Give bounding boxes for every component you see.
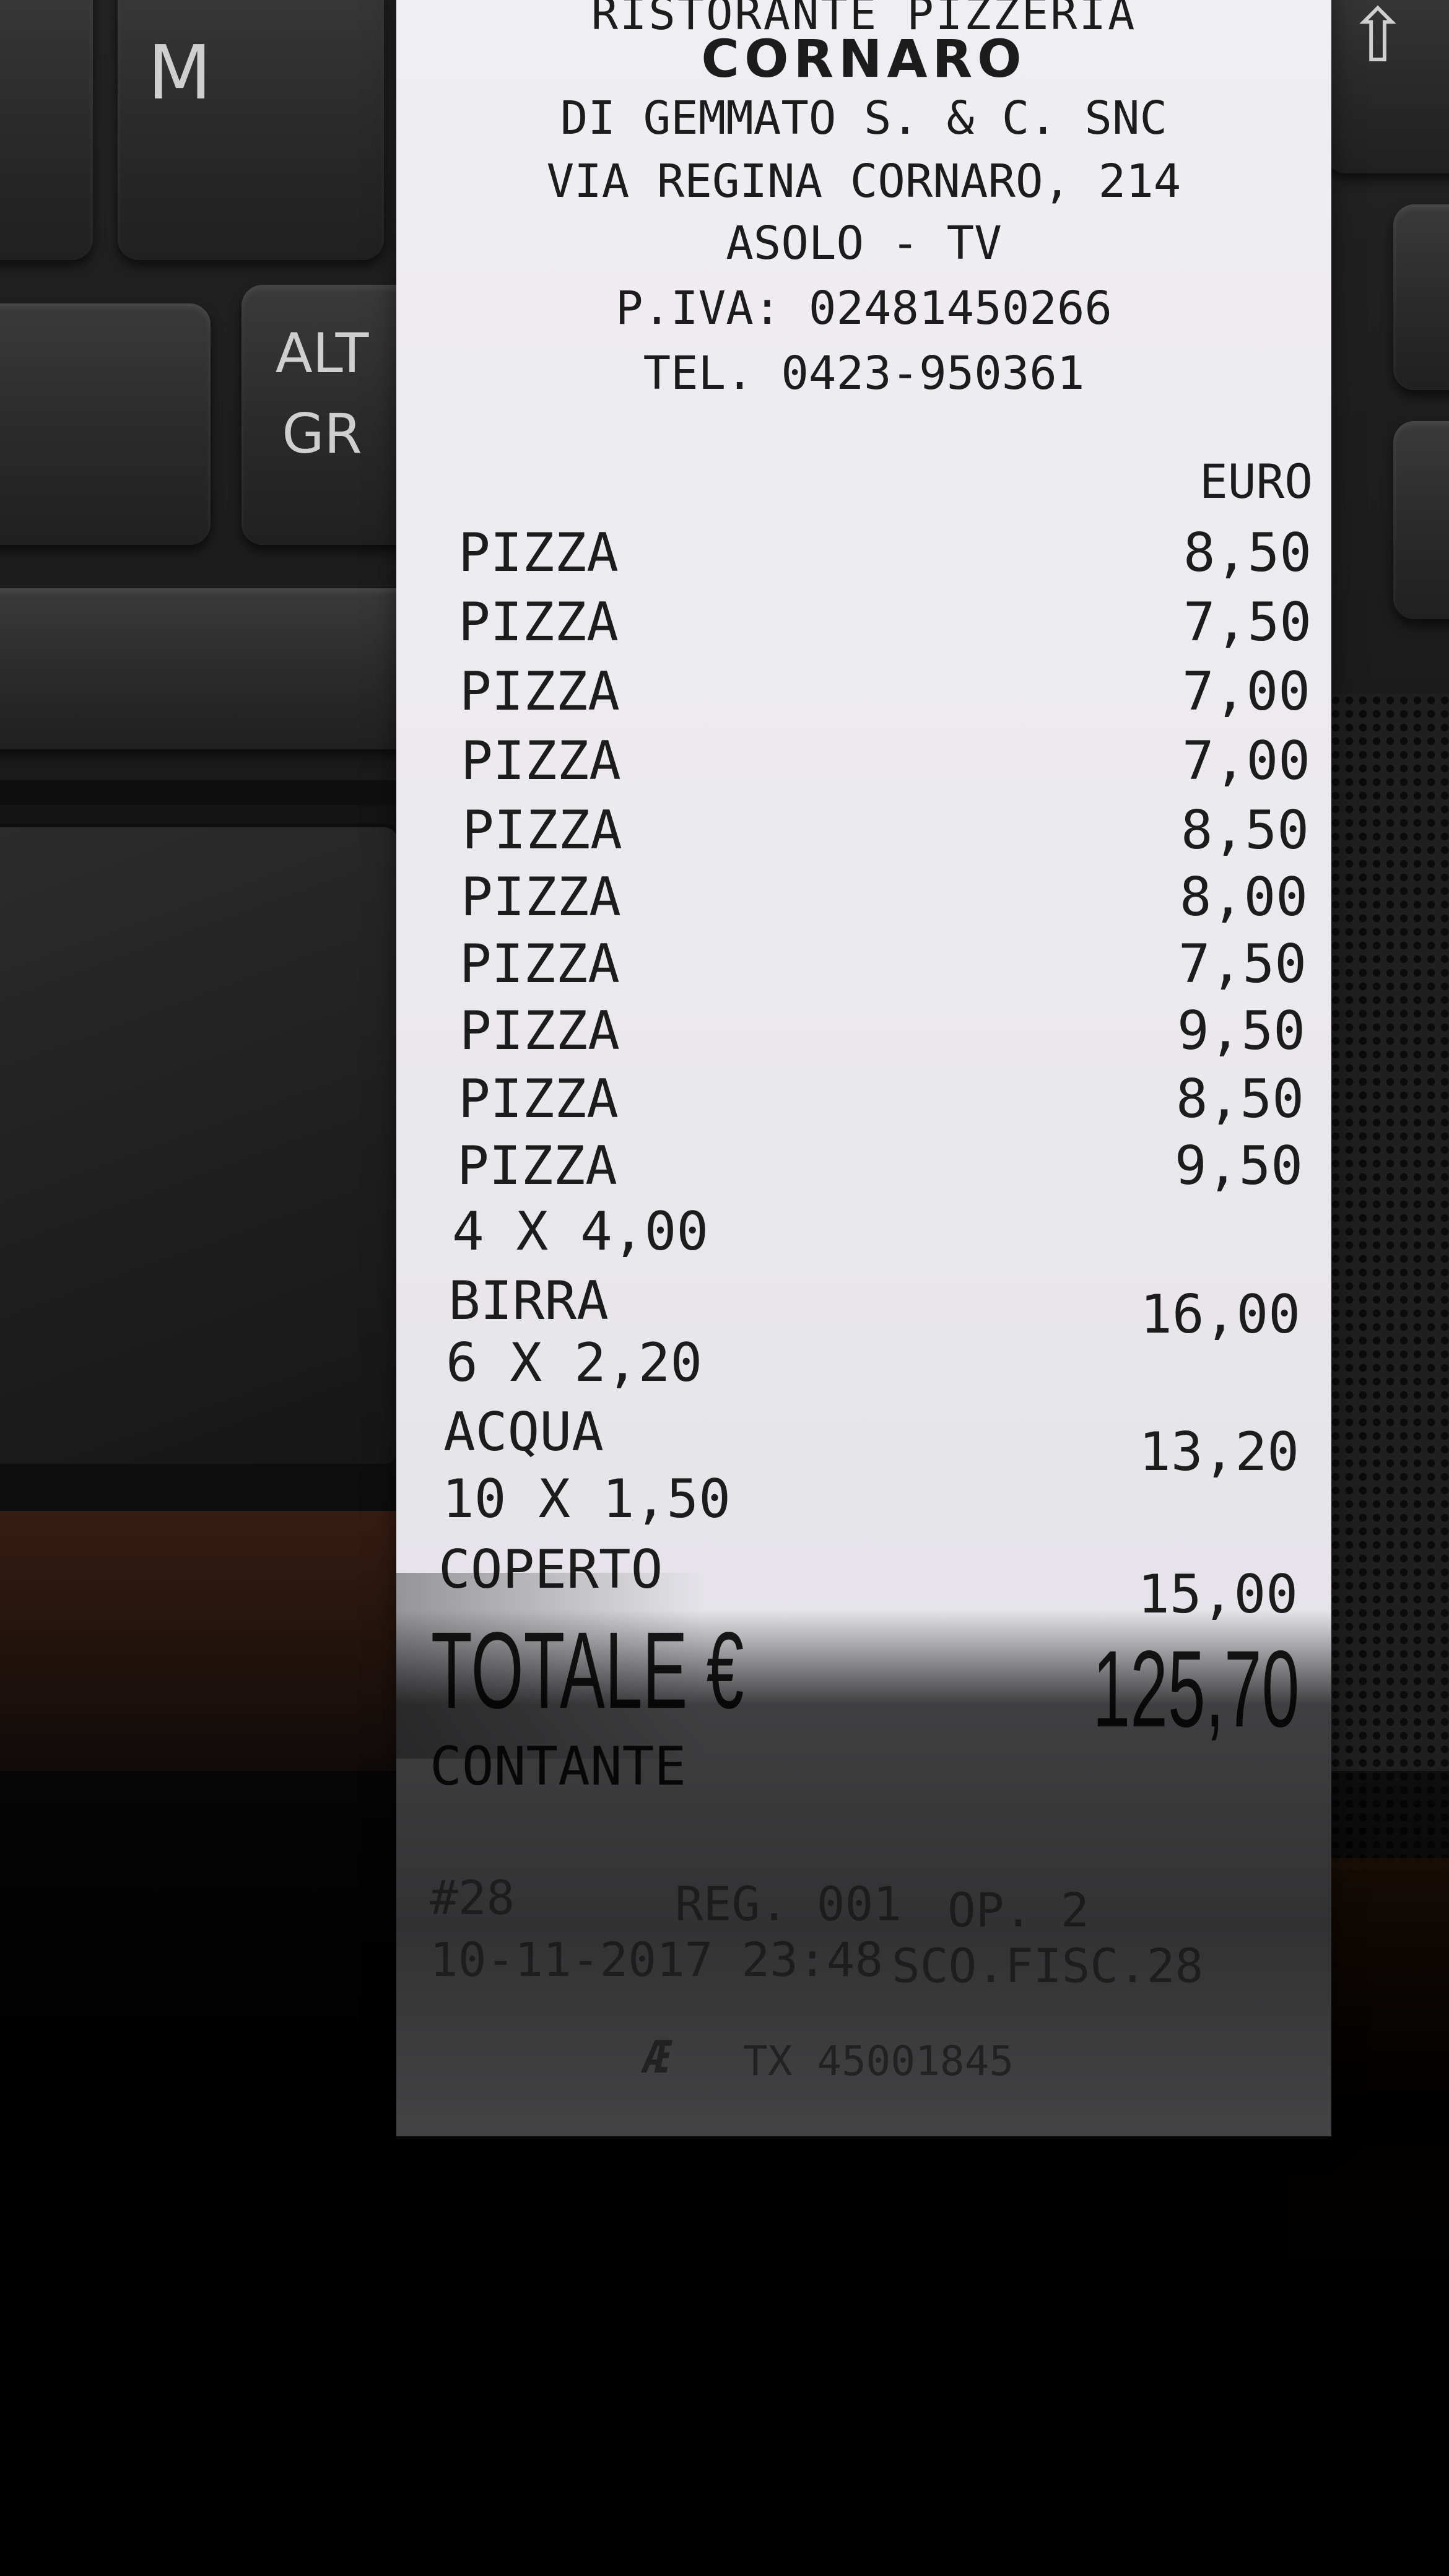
fiscal-code: TX 45001845: [743, 2037, 1014, 2085]
key-right-lower: [1393, 421, 1449, 619]
item-quantity: 6 X 2,20: [446, 1332, 703, 1394]
company-name: DI GEMMATO S. & C. SNC: [560, 92, 1168, 145]
item-price: 15,00: [1138, 1564, 1298, 1625]
item-price: 8,00: [1179, 866, 1308, 928]
item-name: PIZZA: [459, 1000, 620, 1062]
key-right-middle: [1393, 204, 1449, 390]
item-name: PIZZA: [461, 866, 621, 928]
total-label: TOTALE €: [431, 1610, 744, 1731]
item-name: PIZZA: [462, 799, 622, 861]
item-name: PIZZA: [459, 661, 620, 723]
key-m-legend: M: [147, 30, 212, 116]
receipt: RISTORANTE PIZZERIA CORNARO DI GEMMATO S…: [396, 0, 1331, 2136]
item-price: 7,00: [1181, 661, 1310, 723]
receipt-datetime: 10-11-2017 23:48: [430, 1932, 884, 1987]
item-price: 8,50: [1180, 799, 1309, 861]
key-left-of-m: [0, 0, 93, 260]
address: VIA REGINA CORNARO, 214: [546, 155, 1181, 208]
item-price: 13,20: [1139, 1421, 1299, 1483]
item-name: PIZZA: [461, 730, 621, 792]
key-right-top: ⇧: [1325, 0, 1449, 173]
item-quantity: 10 X 1,50: [442, 1468, 731, 1530]
currency-label: EURO: [1199, 454, 1313, 509]
register-number: REG. 001: [675, 1876, 902, 1931]
city: ASOLO - TV: [726, 217, 1002, 270]
item-price: 9,50: [1177, 1000, 1305, 1062]
phone-number: TEL. 0423-950361: [643, 347, 1085, 400]
item-price: 16,00: [1140, 1284, 1300, 1346]
item-name: PIZZA: [457, 1135, 617, 1197]
arrow-up-icon: ⇧: [1346, 0, 1409, 79]
touchpad: [0, 824, 402, 1468]
item-name: ACQUA: [443, 1401, 604, 1463]
key-bottom-row: [0, 588, 427, 749]
item-name: PIZZA: [458, 522, 619, 584]
item-price: 9,50: [1174, 1135, 1303, 1197]
fiscal-logo: Æ: [644, 2031, 671, 2083]
key-m: M: [118, 0, 384, 260]
item-price: 7,50: [1183, 591, 1312, 653]
fiscal-number: SCO.FISC.28: [892, 1938, 1204, 1993]
item-quantity: 4 X 4,00: [452, 1201, 709, 1263]
item-name: PIZZA: [458, 1068, 619, 1130]
item-price: 8,50: [1183, 522, 1312, 584]
item-price: 8,50: [1175, 1068, 1304, 1130]
warm-light-patch: [0, 1511, 402, 1771]
item-name: PIZZA: [459, 933, 620, 995]
key-left-of-altgr: [0, 303, 211, 545]
vat-number: P.IVA: 02481450266: [616, 282, 1112, 335]
item-name: PIZZA: [458, 591, 619, 653]
receipt-number: #28: [430, 1870, 515, 1925]
key-altgr-legend-top: ALT: [275, 321, 369, 385]
item-price: 7,00: [1181, 730, 1310, 792]
business-name: CORNARO: [701, 28, 1027, 89]
item-price: 7,50: [1178, 933, 1307, 995]
payment-method: CONTANTE: [430, 1736, 687, 1798]
item-name: BIRRA: [448, 1270, 609, 1332]
total-value: 125,70: [1092, 1629, 1299, 1750]
operator-number: OP. 2: [947, 1882, 1089, 1938]
key-altgr-legend-bottom: GR: [282, 402, 362, 466]
item-name: COPERTO: [438, 1539, 663, 1601]
